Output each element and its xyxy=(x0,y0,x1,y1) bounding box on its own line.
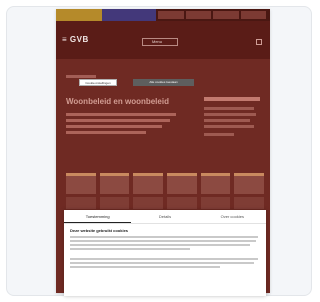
cookie-tabs: Toestemming Details Over cookies xyxy=(64,210,266,224)
content-card[interactable] xyxy=(234,197,265,209)
top-bar-links xyxy=(158,11,266,19)
cookie-text-line xyxy=(70,236,258,238)
top-bar-link[interactable] xyxy=(158,11,184,19)
tab-about-cookies[interactable]: Over cookies xyxy=(199,210,266,223)
intro-text-line xyxy=(66,131,146,134)
content-card[interactable] xyxy=(133,173,164,194)
cookie-text-line xyxy=(70,248,190,250)
intro-text-line xyxy=(66,119,170,122)
sidebar-link[interactable] xyxy=(204,113,256,116)
top-bar-link[interactable] xyxy=(185,11,211,19)
top-bar-segment-gold[interactable] xyxy=(56,9,102,21)
content-card[interactable] xyxy=(133,197,164,209)
top-bar-link[interactable] xyxy=(240,11,266,19)
cookie-text-line xyxy=(70,240,256,242)
content-card[interactable] xyxy=(66,197,96,209)
cookie-text-line xyxy=(70,258,258,260)
content-card[interactable] xyxy=(167,173,197,194)
site-logo[interactable]: ≡ GVB xyxy=(62,35,89,44)
sidebar-title xyxy=(204,97,260,101)
content-card[interactable] xyxy=(167,197,197,209)
top-bar-segment-purple[interactable] xyxy=(102,9,156,21)
sidebar-link[interactable] xyxy=(204,125,254,128)
page-title: Woonbeleid en woonbeleid xyxy=(66,97,169,106)
sidebar-link[interactable] xyxy=(204,119,250,122)
cookie-settings-button[interactable]: Cookie-instellingen xyxy=(79,79,117,86)
cookie-consent-dialog: Toestemming Details Over cookies Deze we… xyxy=(64,210,266,296)
sidebar-link[interactable] xyxy=(204,107,254,110)
cookie-text-line xyxy=(70,266,220,268)
menu-label: Menu xyxy=(152,39,163,44)
content-card[interactable] xyxy=(99,197,130,209)
accept-all-button[interactable]: Alle cookies toestaan xyxy=(133,79,194,86)
card-row xyxy=(66,197,265,209)
top-bar-link[interactable] xyxy=(213,11,239,19)
intro-text-line xyxy=(66,125,162,128)
card-row xyxy=(66,173,265,194)
intro-text-line xyxy=(66,113,176,116)
content-card[interactable] xyxy=(200,197,231,209)
content-card[interactable] xyxy=(66,173,96,194)
breadcrumb[interactable] xyxy=(66,75,96,78)
tab-consent[interactable]: Toestemming xyxy=(64,210,132,223)
sidebar-link[interactable] xyxy=(204,133,234,136)
top-bar xyxy=(56,9,270,21)
cookie-title: Deze website gebruikt cookies xyxy=(70,228,129,233)
tab-details[interactable]: Details xyxy=(131,210,198,223)
search-icon[interactable] xyxy=(256,39,262,45)
cookie-text-line xyxy=(70,262,254,264)
content-card[interactable] xyxy=(234,173,265,194)
content-card[interactable] xyxy=(99,173,130,194)
cookie-text-line xyxy=(70,244,250,246)
content-card[interactable] xyxy=(200,173,231,194)
